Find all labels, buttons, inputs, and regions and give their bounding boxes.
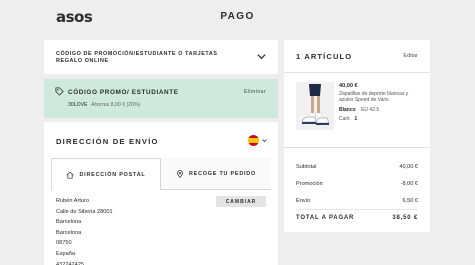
divider (284, 147, 430, 148)
address-line: Rubén Arturo (56, 198, 89, 204)
spain-flag-icon[interactable] (248, 135, 259, 146)
page-title: PAGO (220, 11, 255, 22)
address-lines: Rubén Arturo Calle de Siberia 28001 Barc… (56, 196, 113, 265)
product-quantity: Cant. 1 (339, 116, 357, 122)
product-name[interactable]: Zapatillas de deporte blancas y azules S… (339, 91, 419, 103)
product-color: Blanco (339, 107, 356, 113)
applied-promo-title: CÓDIGO PROMO/ ESTUDIANTE (68, 89, 179, 96)
product-variant: Blanco EU 42.5 (339, 107, 379, 113)
promo-code-section[interactable]: CÓDIGO DE PROMOCIÓN/ESTUDIANTE O TARJETA… (44, 40, 278, 74)
address-line: Barcelona (56, 219, 82, 226)
tab-label: DIRECCIÓN POSTAL (79, 171, 146, 178)
chevron-down-icon[interactable] (262, 138, 267, 143)
order-summary: 1 ARTÍCULO Editar 40,00 € Zapatillas de … (284, 40, 430, 232)
home-icon (67, 171, 74, 179)
promotion-row: Promoción -8,00 € (296, 181, 418, 187)
row-value: -8,00 € (400, 181, 418, 187)
address-line: 432242425 (56, 261, 84, 265)
applied-promo-banner: CÓDIGO PROMO/ ESTUDIANTE Eliminar 30LOVE… (44, 79, 278, 118)
row-value: 6,50 € (402, 198, 418, 204)
row-value: 40,00 € (399, 164, 418, 170)
address-section-title: DIRECCIÓN DE ENVÍO (56, 137, 159, 146)
product-image (296, 82, 334, 130)
sneaker-legs-image (296, 82, 334, 130)
edit-bag-link[interactable]: Editar (403, 53, 418, 59)
shipping-row: Envío 6,50 € (296, 198, 418, 204)
tab-label: RECOGE TU PEDIDO (188, 170, 256, 177)
quantity-value: 1 (354, 116, 358, 122)
promo-code: 30LOVE (68, 102, 88, 108)
row-label: Promoción (296, 181, 323, 187)
promo-code-line: 30LOVE Ahorras 8,00 € (20%) (68, 102, 140, 108)
address-line: Calle de Siberia 28001 (56, 208, 113, 215)
delivery-address-section: DIRECCIÓN DE ENVÍO DIRECCIÓN POSTAL RECO… (44, 122, 278, 265)
change-address-button[interactable]: CAMBIAR (216, 196, 266, 207)
tab-pickup[interactable]: RECOGE TU PEDIDO (161, 158, 271, 190)
promo-saving: Ahorras 8,00 € (20%) (91, 102, 141, 108)
summary-title: 1 ARTÍCULO (296, 52, 353, 61)
tab-postal-address[interactable]: DIRECCIÓN POSTAL (51, 158, 161, 190)
product-price: 40,00 € (339, 83, 358, 89)
row-label: Envío (296, 198, 311, 204)
tag-icon (55, 87, 64, 96)
header: asos PAGO (0, 0, 475, 34)
summary-header: 1 ARTÍCULO Editar (284, 40, 430, 73)
row-label: Subtotal (296, 164, 317, 170)
address-line: España (56, 250, 75, 257)
location-pin-icon (177, 169, 183, 178)
chevron-down-icon[interactable] (257, 52, 266, 61)
total-value: 38,50 € (392, 215, 418, 221)
remove-promo-button[interactable]: Eliminar (244, 89, 266, 95)
subtotal-row: Subtotal 40,00 € (296, 164, 418, 170)
divider (296, 209, 418, 210)
total-label: TOTAL A PAGAR (296, 215, 355, 221)
quantity-label: Cant. (339, 116, 351, 122)
total-row: TOTAL A PAGAR 38,50 € (296, 215, 418, 221)
promo-section-label: CÓDIGO DE PROMOCIÓN/ESTUDIANTE O TARJETA… (56, 51, 218, 64)
address-line: Barcelona (56, 229, 82, 236)
address-line: 08750 (56, 240, 72, 247)
product-size: EU 42.5 (361, 107, 380, 113)
